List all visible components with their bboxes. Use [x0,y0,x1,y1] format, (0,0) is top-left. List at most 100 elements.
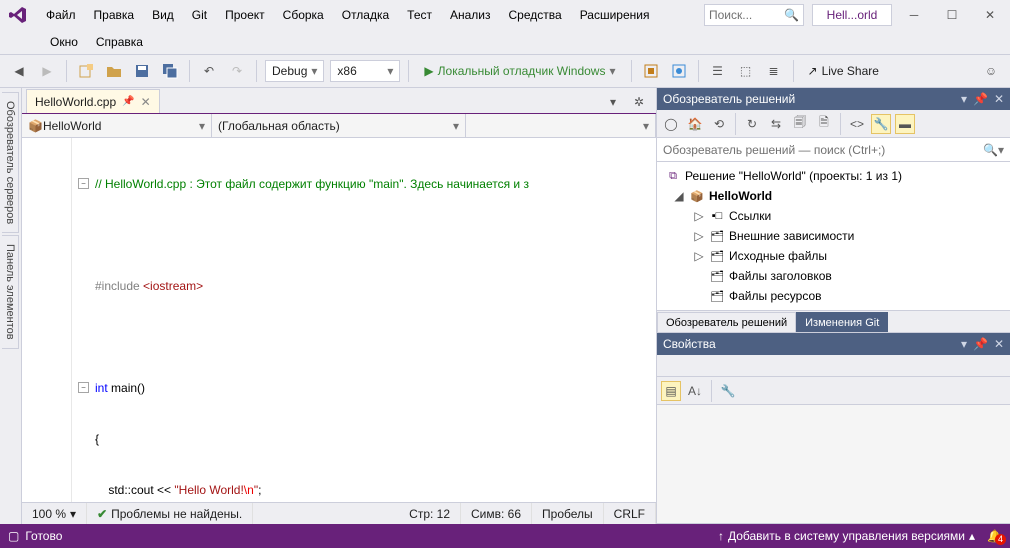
nav-region-dropdown[interactable]: (Глобальная область)▾ [212,114,466,137]
pin-icon[interactable]: 📌 [122,96,134,107]
maximize-button[interactable]: ☐ [938,4,966,26]
sln-minus-button[interactable]: ▬ [895,114,915,134]
tool-btn-3[interactable]: ☰ [707,60,729,82]
properties-header[interactable]: Свойства ▾📌✕ [657,333,1010,355]
search-input[interactable]: Поиск... 🔍 [704,4,804,26]
solution-icon: ⧉ [665,168,681,184]
undo-button[interactable]: ↶ [198,60,220,82]
props-wrench-button[interactable]: 🔧 [718,381,738,401]
add-to-vcs-button[interactable]: ↑Добавить в систему управления версиями▴ [718,529,975,543]
issues-status[interactable]: ✔Проблемы не найдены. [87,503,253,524]
solution-search-input[interactable]: Обозреватель решений — поиск (Ctrl+;) 🔍▾ [657,138,1010,162]
notif-badge: 4 [995,534,1006,545]
tree-source-files[interactable]: ▷ 🗂 Исходные файлы [657,246,1010,266]
tree-project[interactable]: ◢ 📦 HelloWorld [657,186,1010,206]
file-tab-helloworld[interactable]: HelloWorld.cpp 📌 ✕ [26,89,160,113]
save-button[interactable] [131,60,153,82]
sln-collapse-button[interactable]: ⇆ [766,114,786,134]
config-dropdown[interactable]: Debug▾ [265,60,324,82]
menu-build[interactable]: Сборка [275,4,332,26]
minimize-button[interactable]: ─ [900,4,928,26]
tree-resource-files[interactable]: 🗂 Файлы ресурсов [657,286,1010,306]
sln-home2-button[interactable]: 🏠 [685,114,705,134]
menu-git[interactable]: Git [184,4,215,26]
nav-member-dropdown[interactable]: ▾ [466,114,656,137]
fold-icon[interactable]: − [78,178,89,189]
back-button[interactable]: ◀ [8,60,30,82]
pin-icon[interactable]: 📌 [973,337,988,351]
platform-dropdown[interactable]: x86▾ [330,60,400,82]
tool-btn-1[interactable] [640,60,662,82]
tab-settings-button[interactable]: ✲ [628,91,650,113]
menu-test[interactable]: Тест [399,4,440,26]
menu-project[interactable]: Проект [217,4,273,26]
insert-mode[interactable]: Пробелы [532,503,604,524]
panel-menu-icon[interactable]: ▾ [961,337,967,351]
menu-file[interactable]: Файл [38,4,84,26]
menu-analyze[interactable]: Анализ [442,4,499,26]
solution-explorer-header[interactable]: Обозреватель решений ▾📌✕ [657,88,1010,110]
props-categorized-button[interactable]: ▤ [661,381,681,401]
tree-solution-root[interactable]: ⧉ Решение "HelloWorld" (проекты: 1 из 1) [657,166,1010,186]
menu-tools[interactable]: Средства [501,4,570,26]
tool-btn-4[interactable]: ⬚ [735,60,757,82]
tree-references[interactable]: ▷ ▪□ Ссылки [657,206,1010,226]
fold-icon[interactable]: − [78,382,89,393]
close-icon[interactable]: ✕ [141,95,151,109]
sln-home-button[interactable]: ◯ [661,114,681,134]
sidetab-toolbox[interactable]: Панель элементов [2,235,19,349]
chevron-right-icon[interactable]: ▷ [693,249,705,263]
tool-btn-2[interactable] [668,60,690,82]
close-icon[interactable]: ✕ [994,337,1004,351]
start-debug-button[interactable]: ▶ Локальный отладчик Windows ▾ [417,60,622,82]
panel-menu-icon[interactable]: ▾ [961,92,967,106]
notifications-button[interactable]: 🔔 4 [987,529,1002,543]
sln-refresh-button[interactable]: ↻ [742,114,762,134]
pin-icon[interactable]: 📌 [973,92,988,106]
eol-indicator[interactable]: CRLF [604,503,656,524]
menu-view[interactable]: Вид [144,4,182,26]
sidetab-server-explorer[interactable]: Обозреватель серверов [2,92,19,233]
close-button[interactable]: ✕ [976,4,1004,26]
nav-scope-dropdown[interactable]: 📦 HelloWorld▾ [22,114,212,137]
sln-code-button[interactable]: <> [847,114,867,134]
main-menu: Файл Правка Вид Git Проект Сборка Отладк… [38,4,657,26]
chevron-down-icon[interactable]: ◢ [673,189,685,203]
close-icon[interactable]: ✕ [994,92,1004,106]
forward-button[interactable]: ▶ [36,60,58,82]
tree-external-deps[interactable]: ▷ 🗂 Внешние зависимости [657,226,1010,246]
line-indicator[interactable]: Стр: 12 [399,503,461,524]
new-item-button[interactable] [75,60,97,82]
menu-help[interactable]: Справка [88,31,151,53]
col-indicator[interactable]: Симв: 66 [461,503,532,524]
redo-button[interactable]: ↷ [226,60,248,82]
code-editor[interactable]: −// HelloWorld.cpp : Этот файл содержит … [22,138,656,502]
menu-extensions[interactable]: Расширения [572,4,658,26]
tab-dropdown-button[interactable]: ▾ [602,91,624,113]
sln-copy-button[interactable]: 🗎 [814,114,834,134]
sln-showall-button[interactable]: 🗐 [790,114,810,134]
open-button[interactable] [103,60,125,82]
tool-btn-5[interactable]: ≣ [763,60,785,82]
menu-edit[interactable]: Правка [86,4,143,26]
tab-git-changes[interactable]: Изменения Git [796,312,888,332]
code-area[interactable]: −// HelloWorld.cpp : Этот файл содержит … [72,138,656,502]
code-nav-bar: 📦 HelloWorld▾ (Глобальная область)▾ ▾ [22,114,656,138]
tree-header-files[interactable]: 🗂 Файлы заголовков [657,266,1010,286]
props-alpha-button[interactable]: A↓ [685,381,705,401]
sln-sync-button[interactable]: ⟲ [709,114,729,134]
chevron-right-icon[interactable]: ▷ [693,229,705,243]
menu-debug[interactable]: Отладка [334,4,397,26]
feedback-button[interactable]: ☺ [980,60,1002,82]
document-tabbar: HelloWorld.cpp 📌 ✕ ▾ ✲ [22,88,656,114]
zoom-level[interactable]: 100 % ▾ [22,503,87,524]
solution-toolbar: ◯ 🏠 ⟲ ↻ ⇆ 🗐 🗎 <> 🔧 ▬ [657,110,1010,138]
menu-window[interactable]: Окно [42,31,86,53]
tab-solution-explorer[interactable]: Обозреватель решений [657,312,796,332]
sln-wrench-button[interactable]: 🔧 [871,114,891,134]
save-all-button[interactable] [159,60,181,82]
solution-tree: ⧉ Решение "HelloWorld" (проекты: 1 из 1)… [657,162,1010,310]
chevron-right-icon[interactable]: ▷ [693,209,705,223]
solution-panel-tabs: Обозреватель решений Изменения Git [657,310,1010,332]
liveshare-button[interactable]: ↗ Live Share [802,64,885,78]
